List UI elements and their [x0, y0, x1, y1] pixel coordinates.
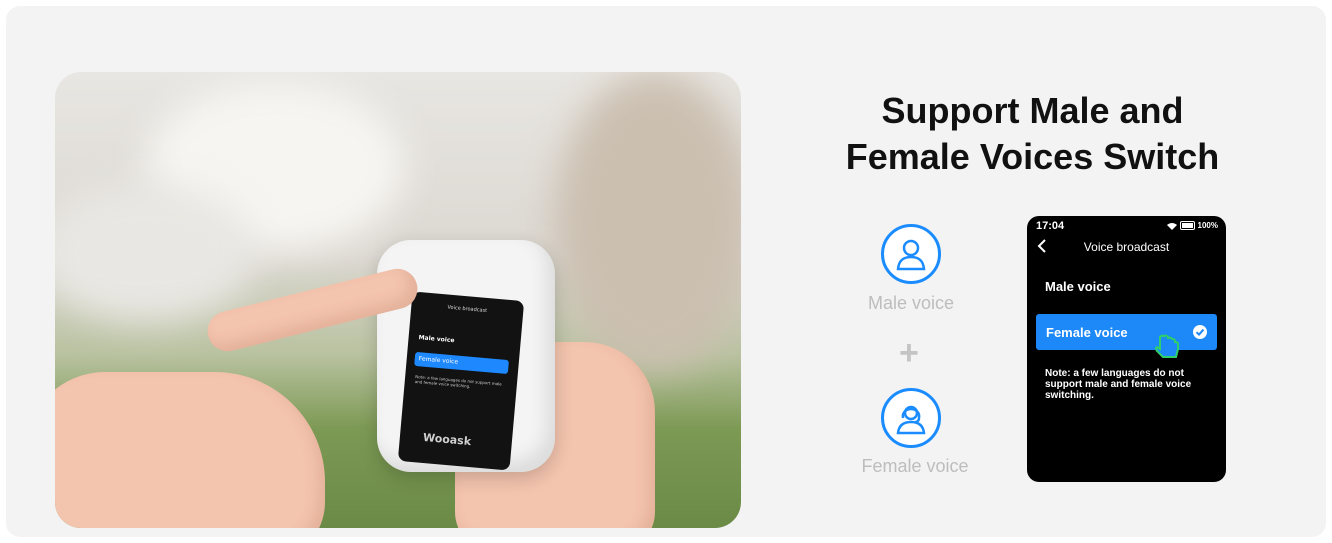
- headline: Support Male and Female Voices Switch: [820, 88, 1245, 180]
- battery-icon: [1179, 221, 1195, 230]
- wifi-icon: [1166, 222, 1177, 230]
- male-voice-option[interactable]: Male voice: [1045, 279, 1111, 294]
- hand-pointer-icon: [1155, 334, 1179, 358]
- background-blur: [555, 72, 741, 372]
- male-user-icon: [881, 224, 941, 284]
- voice-broadcast-screen: 17:04 100% Voice broadcast Male voice Fe…: [1027, 216, 1226, 482]
- device-female-option: Female voice: [414, 351, 510, 375]
- headline-line-2: Female Voices Switch: [845, 136, 1220, 177]
- female-voice-option[interactable]: Female voice: [1036, 314, 1217, 358]
- product-photo: Voice broadcast Male voice Female voice …: [55, 72, 741, 528]
- battery-percent: 100%: [1197, 221, 1218, 230]
- background-blur: [55, 182, 255, 322]
- status-time: 17:04: [1036, 220, 1065, 232]
- male-voice-label: Male voice: [867, 293, 955, 313]
- device-note: Note: a few languages do not support mal…: [414, 374, 502, 389]
- female-voice-option-label: Female voice: [1046, 325, 1128, 340]
- female-user-icon: [881, 388, 941, 448]
- screen-title: Voice broadcast: [1083, 240, 1170, 254]
- check-icon: [1193, 325, 1207, 339]
- status-indicators: 100%: [1166, 221, 1218, 230]
- voice-switch-note: Note: a few languages do not support mal…: [1045, 368, 1192, 401]
- device-male-option: Male voice: [418, 334, 455, 345]
- device-screen-title: Voice broadcast: [447, 304, 488, 314]
- plus-icon: +: [899, 334, 919, 372]
- pointing-hand: [55, 372, 325, 528]
- headline-line-1: Support Male and: [881, 90, 1184, 131]
- female-voice-label: Female voice: [861, 456, 969, 476]
